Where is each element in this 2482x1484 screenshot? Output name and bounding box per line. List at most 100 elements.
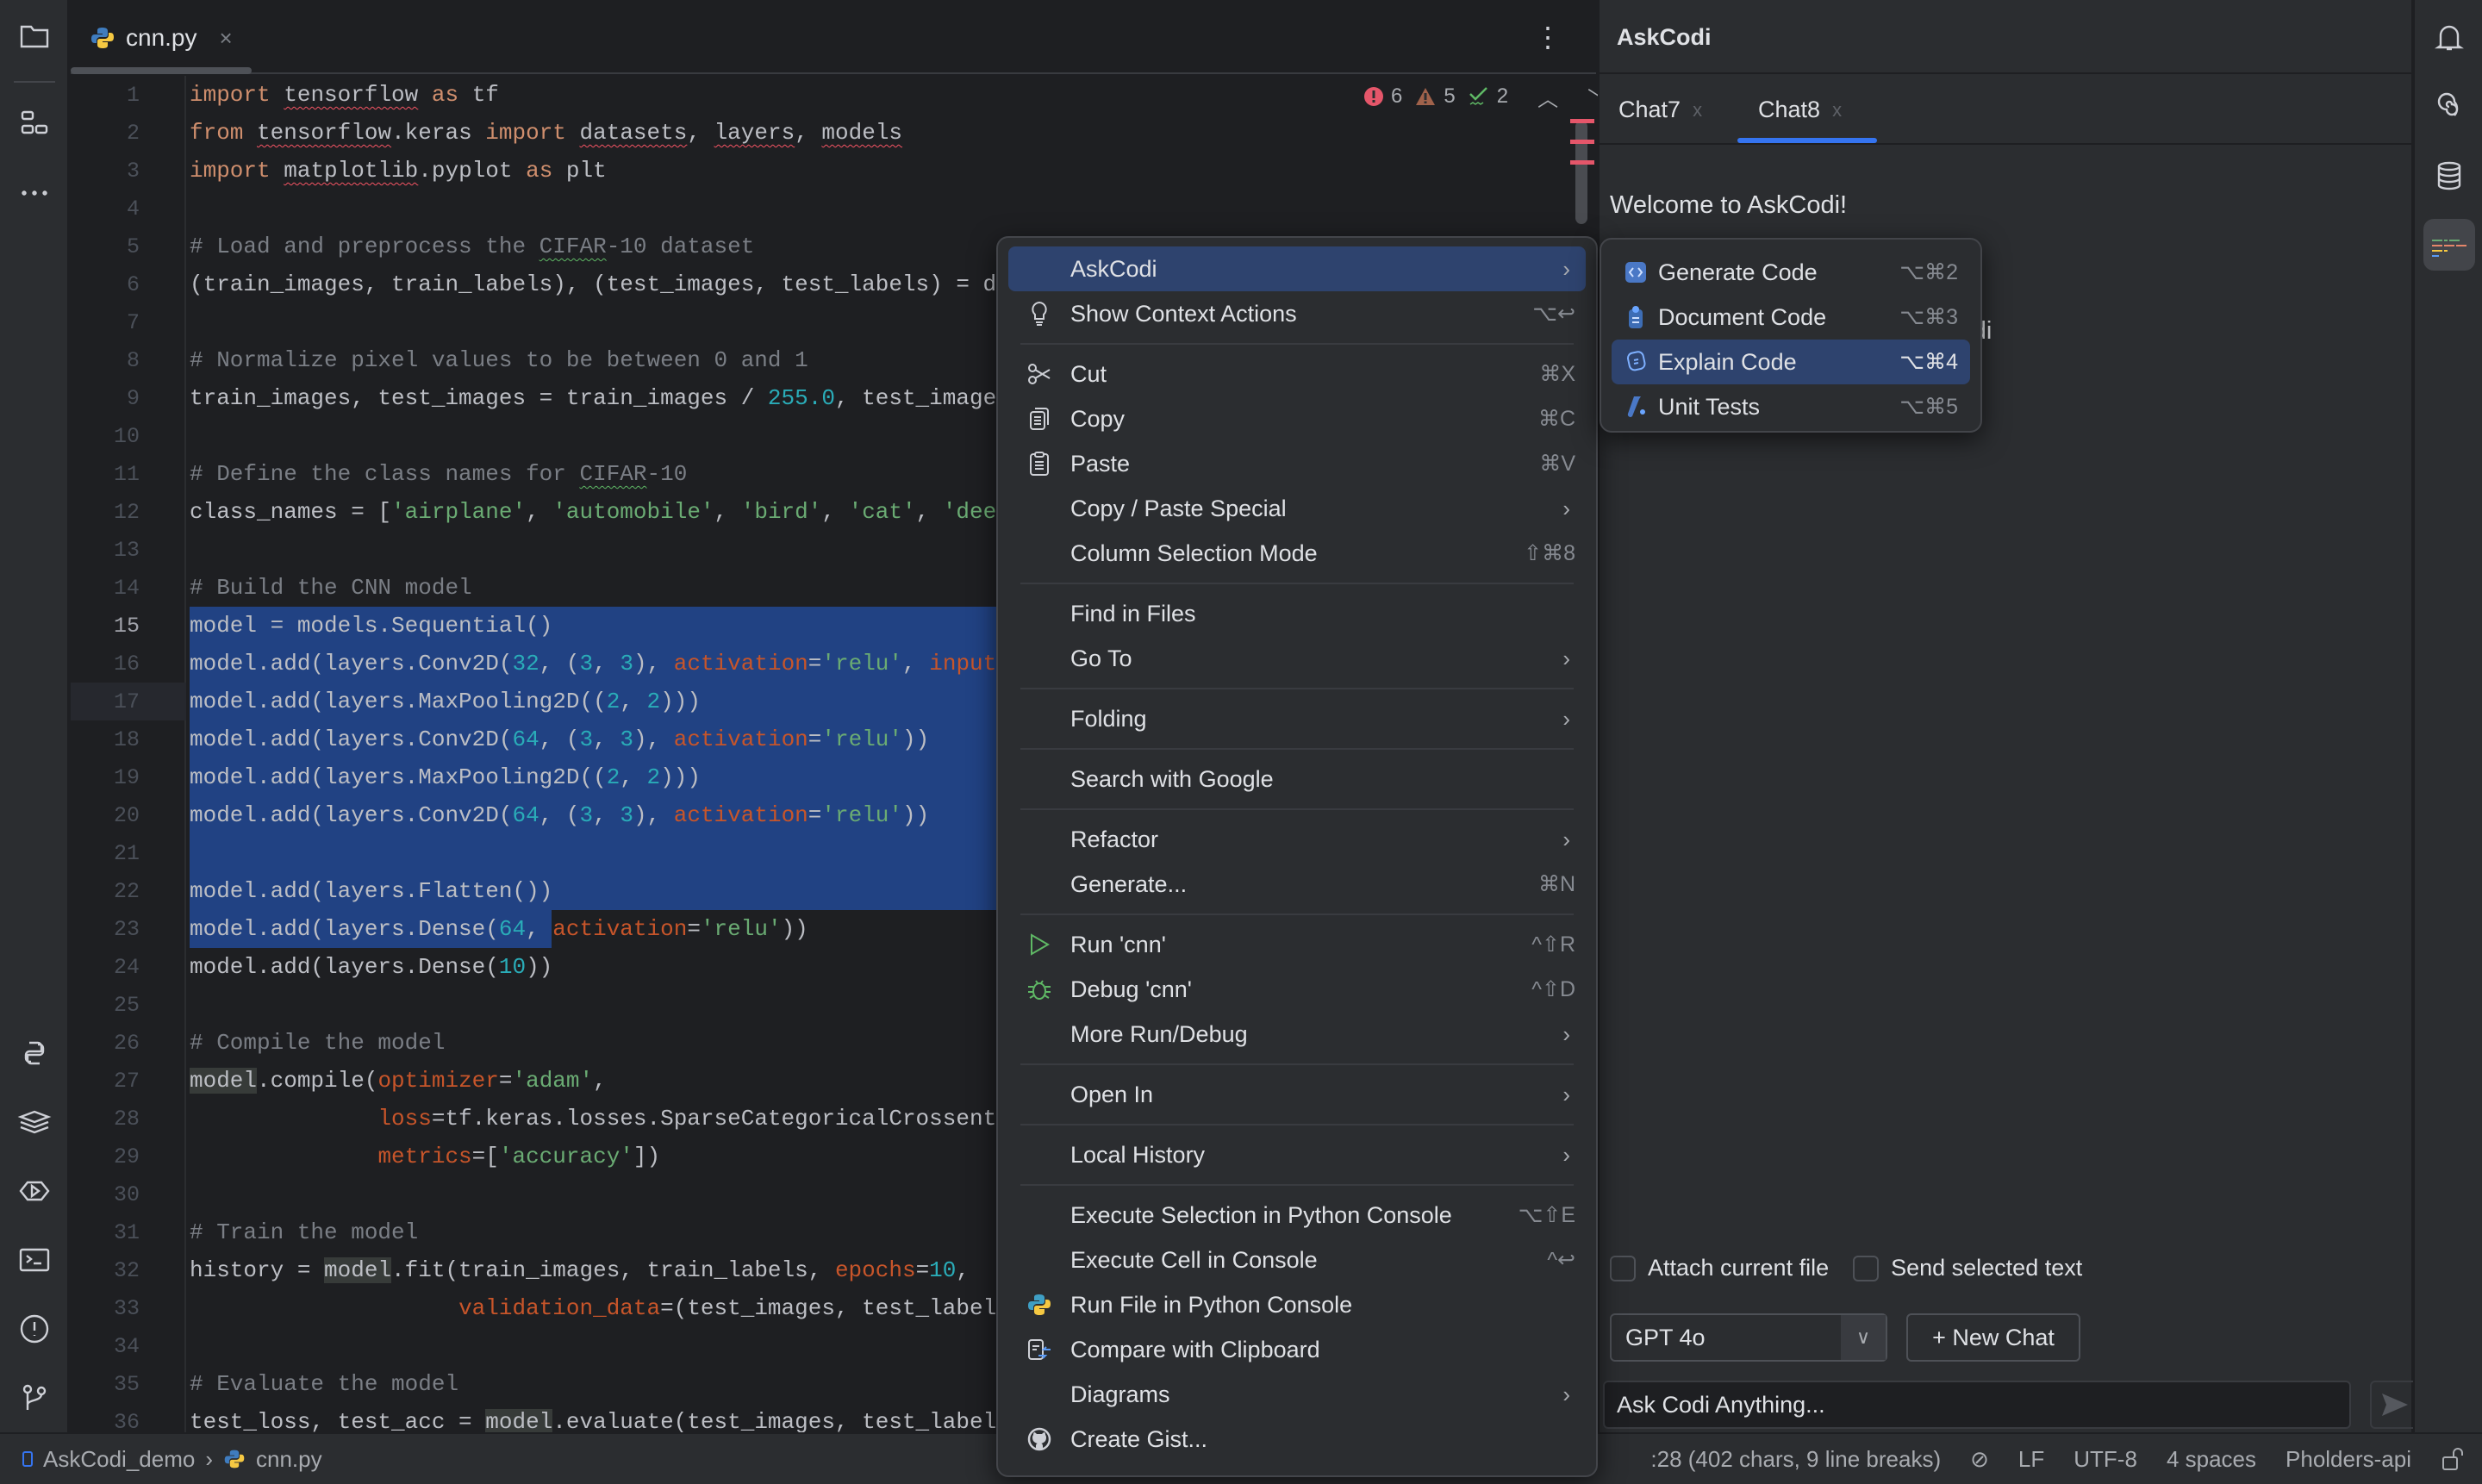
menu-item-show-context-actions[interactable]: Show Context Actions ⌥↩ xyxy=(1008,291,1586,336)
problems-icon[interactable] xyxy=(16,1310,53,1348)
menu-item-copy[interactable]: Copy ⌘C xyxy=(1008,396,1586,441)
new-chat-button[interactable]: + New Chat xyxy=(1906,1313,2080,1362)
line-number[interactable]: 15 xyxy=(114,614,140,639)
notifications-icon[interactable] xyxy=(2430,19,2468,57)
submenu-item-document-code[interactable]: Document Code ⌥⌘3 xyxy=(1612,295,1970,340)
submenu-item-generate-code[interactable]: Generate Code ⌥⌘2 xyxy=(1612,250,1970,295)
breadcrumb-project[interactable]: AskCodi_demo xyxy=(43,1446,195,1473)
menu-item-diagrams[interactable]: Diagrams › xyxy=(1008,1372,1586,1417)
line-number[interactable]: 12 xyxy=(114,500,140,525)
error-marker[interactable] xyxy=(1570,119,1594,123)
more-tools-icon[interactable] xyxy=(16,174,53,212)
selection-info[interactable]: :28 (402 chars, 9 line breaks) xyxy=(1650,1446,1941,1473)
line-number[interactable]: 35 xyxy=(114,1372,140,1397)
python-packages-icon[interactable] xyxy=(16,1034,53,1072)
line-number[interactable]: 6 xyxy=(127,272,140,297)
attach-current-file-checkbox[interactable] xyxy=(1610,1255,1636,1281)
no-indexing-icon[interactable]: ⊘ xyxy=(1970,1446,1989,1473)
menu-item-find-in-files[interactable]: Find in Files xyxy=(1008,591,1586,636)
line-number[interactable]: 5 xyxy=(127,234,140,259)
database-icon[interactable] xyxy=(2430,157,2468,195)
editor-scrollbar[interactable] xyxy=(1575,121,1587,224)
menu-item-cut[interactable]: Cut ⌘X xyxy=(1008,352,1586,396)
askcodi-spiral-icon[interactable] xyxy=(2430,88,2468,126)
menu-item-run-file-console[interactable]: Run File in Python Console xyxy=(1008,1282,1586,1327)
line-number[interactable]: 14 xyxy=(114,576,140,601)
menu-item-execute-selection[interactable]: Execute Selection in Python Console ⌥⇧E xyxy=(1008,1193,1586,1238)
terminal-icon[interactable] xyxy=(16,1241,53,1279)
line-number[interactable]: 22 xyxy=(114,879,140,904)
line-number[interactable]: 1 xyxy=(127,83,140,108)
menu-item-paste[interactable]: Paste ⌘V xyxy=(1008,441,1586,486)
menu-item-refactor[interactable]: Refactor › xyxy=(1008,817,1586,862)
line-number[interactable]: 32 xyxy=(114,1258,140,1283)
tab-options-icon[interactable]: ⋮ xyxy=(1534,21,1562,53)
model-select[interactable]: GPT 4o ∨ xyxy=(1610,1313,1887,1362)
line-number[interactable]: 28 xyxy=(114,1107,140,1132)
structure-icon[interactable] xyxy=(16,105,53,143)
line-number[interactable]: 30 xyxy=(114,1182,140,1207)
line-number[interactable]: 34 xyxy=(114,1334,140,1359)
error-marker[interactable] xyxy=(1570,160,1594,165)
line-number[interactable]: 36 xyxy=(114,1410,140,1435)
menu-item-create-gist[interactable]: Create Gist... xyxy=(1008,1417,1586,1462)
line-number[interactable]: 24 xyxy=(114,955,140,980)
line-number[interactable]: 21 xyxy=(114,841,140,866)
menu-item-copy-paste-special[interactable]: Copy / Paste Special › xyxy=(1008,486,1586,531)
menu-item-go-to[interactable]: Go To › xyxy=(1008,636,1586,681)
previous-problem-icon[interactable]: ︿ xyxy=(1537,82,1558,112)
menu-item-generate[interactable]: Generate... ⌘N xyxy=(1008,862,1586,907)
code-with-me-icon[interactable] xyxy=(2423,219,2475,271)
menu-item-askcodi[interactable]: AskCodi › xyxy=(1008,246,1586,291)
line-ending[interactable]: LF xyxy=(2018,1446,2044,1473)
warnings-count[interactable]: 5 xyxy=(1414,84,1456,109)
git-icon[interactable] xyxy=(16,1379,53,1417)
line-number[interactable]: 16 xyxy=(114,652,140,677)
weak-warnings-count[interactable]: 2 xyxy=(1468,84,1508,109)
interpreter[interactable]: Pholders-api xyxy=(2286,1446,2411,1473)
tab-chat8[interactable]: Chat8 x xyxy=(1758,97,1842,123)
menu-item-run[interactable]: Run 'cnn' ^⇧R xyxy=(1008,922,1586,967)
inspection-widget[interactable]: 6 5 2 ︿ ﹀ xyxy=(1363,81,1608,112)
breadcrumb-file[interactable]: cnn.py xyxy=(256,1446,322,1473)
line-number[interactable]: 11 xyxy=(114,462,140,487)
line-number[interactable]: 25 xyxy=(114,993,140,1018)
line-number[interactable]: 4 xyxy=(127,196,140,221)
tab-chat7[interactable]: Chat7 x xyxy=(1618,97,1702,123)
menu-item-more-run-debug[interactable]: More Run/Debug › xyxy=(1008,1012,1586,1057)
line-number[interactable]: 33 xyxy=(114,1296,140,1321)
line-number[interactable]: 9 xyxy=(127,386,140,411)
line-number[interactable]: 2 xyxy=(127,121,140,146)
line-number[interactable]: 27 xyxy=(114,1069,140,1094)
line-number[interactable]: 23 xyxy=(114,917,140,942)
errors-count[interactable]: 6 xyxy=(1363,84,1402,109)
menu-item-column-selection[interactable]: Column Selection Mode ⇧⌘8 xyxy=(1008,531,1586,576)
line-number[interactable]: 26 xyxy=(114,1031,140,1056)
menu-item-search-google[interactable]: Search with Google xyxy=(1008,757,1586,801)
services-run-icon[interactable] xyxy=(16,1172,53,1210)
close-tab-icon[interactable]: × xyxy=(220,25,233,52)
submenu-item-unit-tests[interactable]: Unit Tests ⌥⌘5 xyxy=(1612,384,1970,429)
error-marker[interactable] xyxy=(1570,140,1594,144)
line-number[interactable]: 18 xyxy=(114,727,140,752)
line-number[interactable]: 10 xyxy=(114,424,140,449)
indent-setting[interactable]: 4 spaces xyxy=(2167,1446,2256,1473)
ask-input[interactable]: Ask Codi Anything... xyxy=(1603,1381,2351,1429)
send-selected-text-checkbox[interactable] xyxy=(1853,1255,1880,1281)
line-number[interactable]: 8 xyxy=(127,348,140,373)
menu-item-folding[interactable]: Folding › xyxy=(1008,696,1586,741)
line-number[interactable]: 29 xyxy=(114,1144,140,1169)
layers-icon[interactable] xyxy=(16,1103,53,1141)
line-number[interactable]: 3 xyxy=(127,159,140,184)
submenu-item-explain-code[interactable]: Explain Code ⌥⌘4 xyxy=(1612,340,1970,384)
menu-item-debug[interactable]: Debug 'cnn' ^⇧D xyxy=(1008,967,1586,1012)
close-tab-icon[interactable]: x xyxy=(1693,99,1702,122)
code-area[interactable]: import tensorflow as tf from tensorflow.… xyxy=(190,76,1077,1432)
file-tab-cnn[interactable]: cnn.py × xyxy=(90,19,233,57)
project-folder-icon[interactable] xyxy=(16,17,53,55)
line-number[interactable]: 20 xyxy=(114,803,140,828)
line-number[interactable]: 7 xyxy=(127,310,140,335)
menu-item-open-in[interactable]: Open In › xyxy=(1008,1072,1586,1117)
close-tab-icon[interactable]: x xyxy=(1832,99,1842,122)
line-number[interactable]: 31 xyxy=(114,1220,140,1245)
